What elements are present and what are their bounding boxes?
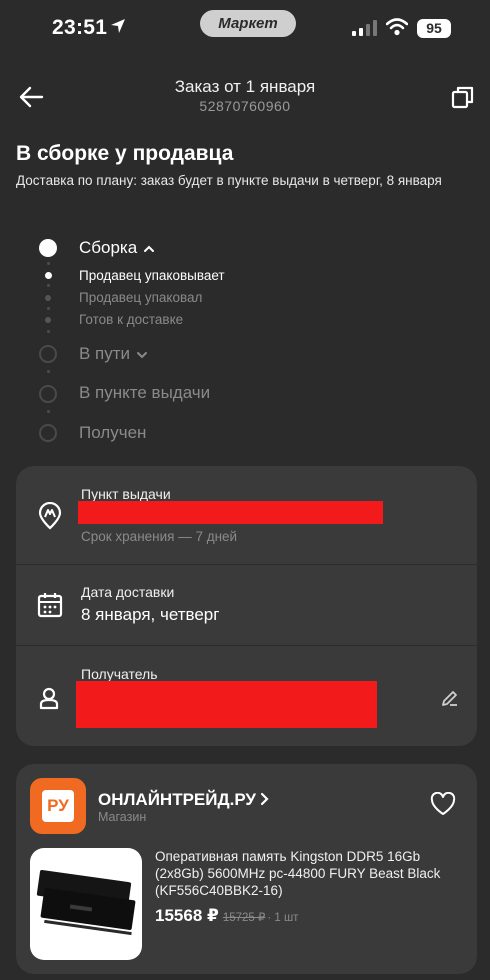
timeline-marker-packed — [45, 295, 51, 301]
timeline-stage-label: В пути — [79, 344, 131, 363]
product-price: 15568 ₽ — [155, 906, 219, 925]
timeline-connector-dot — [47, 284, 50, 287]
delivery-date-row: Дата доставки 8 января, четверг — [16, 565, 477, 645]
timeline-stage-received: Получен — [79, 423, 147, 442]
store-logo-text: РУ — [47, 796, 69, 815]
timeline-substep-packing: Продавец упаковывает — [79, 268, 225, 283]
timeline-connector-dot — [47, 330, 50, 333]
product-image[interactable] — [30, 848, 142, 960]
wifi-icon — [385, 18, 409, 41]
order-title: Заказ от 1 января — [174, 77, 316, 96]
timeline-stage-pickup-point: В пункте выдачи — [79, 383, 211, 402]
location-arrow-icon — [110, 18, 126, 39]
redacted-recipient — [76, 681, 377, 728]
store-logo[interactable]: РУ — [30, 778, 86, 834]
pickup-pin-icon — [36, 501, 64, 530]
timeline-connector-dot — [47, 262, 50, 265]
heart-icon[interactable] — [430, 791, 456, 816]
market-app-badge[interactable]: Маркет — [200, 10, 296, 37]
product-old-price: 15725 ₽ — [222, 912, 266, 924]
chevron-down-icon — [136, 345, 148, 365]
recipient-label: Получатель — [81, 666, 158, 682]
chevron-up-icon — [143, 239, 155, 259]
timeline-marker-assembly — [39, 239, 57, 257]
timeline-marker-transit — [39, 345, 57, 363]
battery-indicator: 95 — [417, 19, 451, 38]
person-icon — [36, 684, 64, 712]
pickup-point-label: Пункт выдачи — [81, 486, 171, 502]
calendar-icon — [36, 591, 64, 619]
delivery-date-label: Дата доставки — [81, 584, 175, 600]
order-number[interactable]: 52870760960 — [120, 98, 370, 114]
timeline-marker-pickup — [39, 385, 57, 403]
redacted-address — [78, 501, 383, 524]
delivery-info-card: Пункт выдачи Срок хранения — 7 дней Дата… — [16, 466, 477, 746]
price-row: 15568 ₽15725 ₽ · 1 шт — [155, 906, 298, 926]
timeline-marker-packing — [45, 272, 52, 279]
store-type: Магазин — [98, 810, 147, 824]
order-status-title: В сборке у продавца — [16, 142, 234, 165]
store-card: РУ ОНЛАЙНТРЕЙД.РУ Магазин Оперативная па… — [16, 764, 477, 974]
store-name: ОНЛАЙНТРЕЙД.РУ — [98, 790, 257, 809]
product-quantity: · 1 шт — [267, 912, 299, 924]
status-bar: 23:51 Маркет 95 — [0, 0, 490, 56]
back-arrow-icon[interactable] — [16, 82, 46, 112]
timeline-connector-dot — [47, 307, 50, 310]
status-time: 23:51 — [52, 16, 108, 39]
product-title[interactable]: Оперативная память Kingston DDR5 16Gb (2… — [155, 848, 465, 899]
timeline-stage-label: Сборка — [79, 238, 138, 257]
edit-pencil-icon[interactable] — [440, 688, 460, 708]
chevron-right-icon — [260, 791, 270, 811]
copy-icon[interactable] — [450, 84, 476, 110]
timeline-substep-packed: Продавец упаковал — [79, 290, 203, 305]
timeline-connector-dot — [47, 370, 50, 373]
cellular-signal-icon — [352, 20, 378, 41]
timeline-stage-transit[interactable]: В пути — [79, 344, 148, 365]
recipient-row[interactable]: Получатель — [16, 646, 477, 746]
timeline-substep-ready: Готов к доставке — [79, 312, 184, 327]
storage-period-note: Срок хранения — 7 дней — [81, 529, 238, 544]
timeline-connector-dot — [47, 410, 50, 413]
timeline-marker-received — [39, 424, 57, 442]
timeline-stage-assembly[interactable]: Сборка — [79, 238, 155, 259]
store-name-link[interactable]: ОНЛАЙНТРЕЙД.РУ — [98, 790, 270, 811]
pickup-point-row[interactable]: Пункт выдачи Срок хранения — 7 дней — [16, 466, 477, 564]
timeline-marker-ready — [45, 317, 51, 323]
delivery-plan-text: Доставка по плану: заказ будет в пункте … — [16, 173, 442, 188]
delivery-date-value: 8 января, четверг — [81, 605, 220, 624]
